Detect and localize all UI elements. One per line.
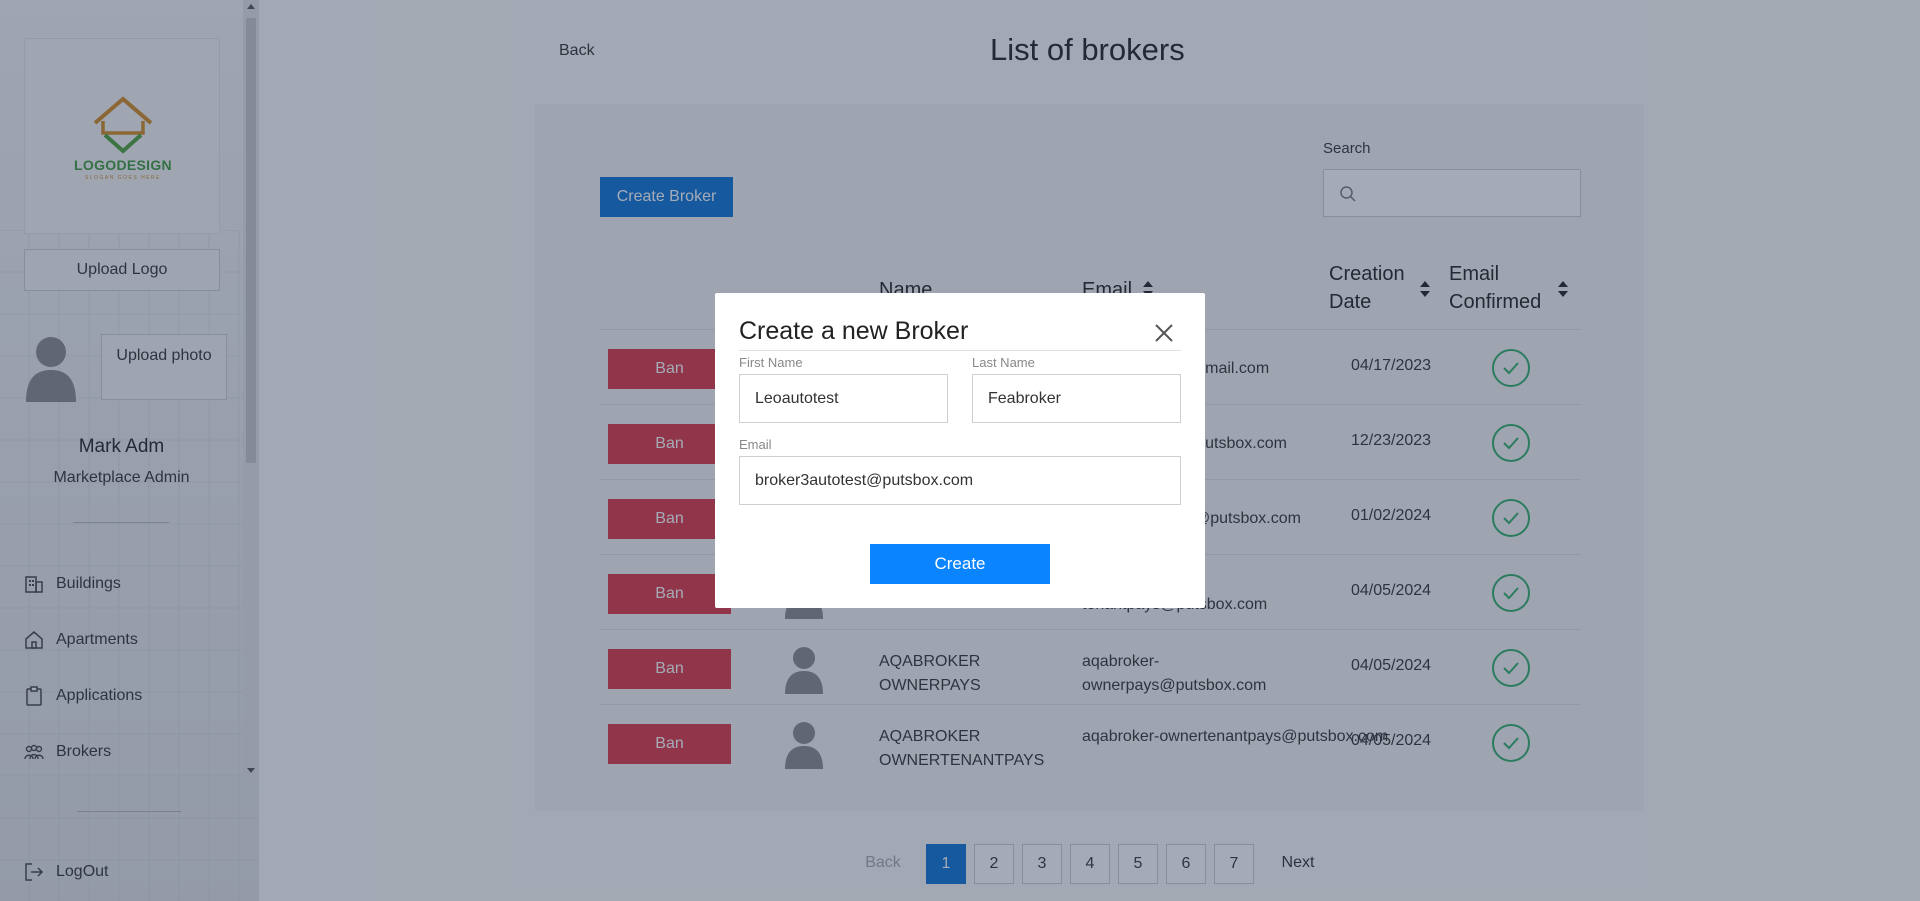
create-button[interactable]: Create <box>870 544 1050 584</box>
email-label: Email <box>739 437 772 452</box>
email-input[interactable] <box>740 457 1180 504</box>
last-name-field[interactable] <box>972 374 1181 423</box>
modal-divider <box>739 350 1181 351</box>
first-name-input[interactable] <box>740 375 947 422</box>
modal-title: Create a new Broker <box>739 317 969 345</box>
last-name-label: Last Name <box>972 355 1035 370</box>
last-name-input[interactable] <box>973 375 1180 422</box>
email-field[interactable] <box>739 456 1181 505</box>
create-broker-modal: Create a new Broker First Name Last Name… <box>715 293 1205 608</box>
close-icon[interactable] <box>1152 321 1176 345</box>
first-name-field[interactable] <box>739 374 948 423</box>
first-name-label: First Name <box>739 355 803 370</box>
